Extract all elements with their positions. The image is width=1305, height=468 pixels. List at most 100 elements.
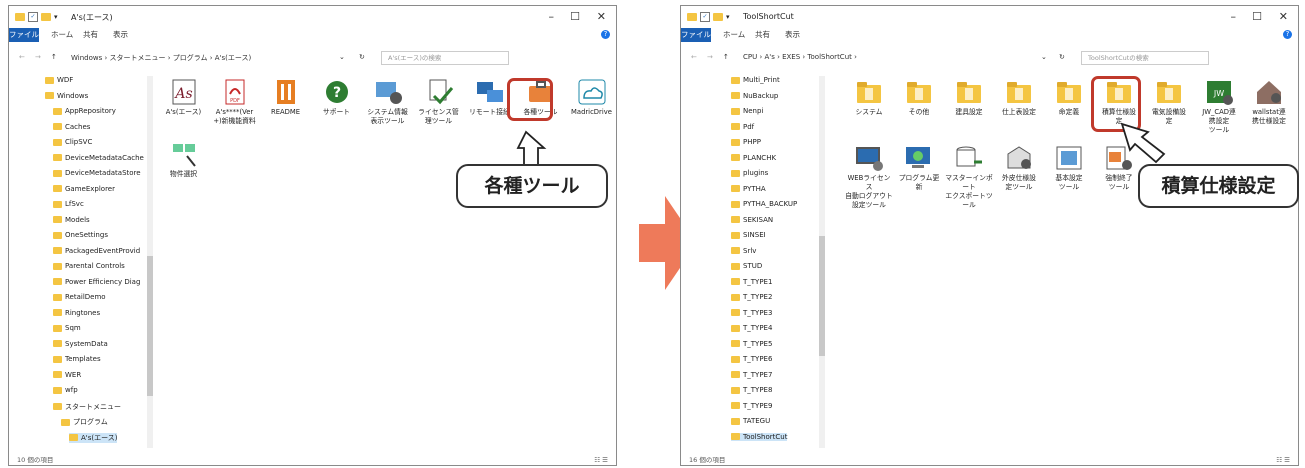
file-item[interactable]: 基本設定 ツール bbox=[1045, 144, 1093, 192]
nav-scrollbar[interactable] bbox=[147, 76, 153, 448]
tab-home[interactable]: ホーム bbox=[723, 28, 745, 42]
forward-icon[interactable]: → bbox=[707, 53, 713, 61]
search-input[interactable]: A's(エース)の検索 bbox=[381, 51, 509, 65]
properties-icon[interactable]: ✓ bbox=[700, 12, 710, 22]
help-icon[interactable]: ? bbox=[1283, 30, 1292, 39]
back-icon[interactable]: ← bbox=[19, 53, 25, 61]
nav-tree-item[interactable]: スタートメニュー bbox=[53, 402, 121, 412]
nav-tree-item[interactable]: T_TYPE9 bbox=[731, 402, 772, 410]
file-item[interactable]: 電気設備設定 bbox=[1145, 78, 1193, 126]
nav-tree-item[interactable]: A's(エース) bbox=[69, 432, 118, 443]
nav-tree-item[interactable]: PHPP bbox=[731, 138, 761, 146]
nav-tree-item[interactable]: wfp bbox=[53, 386, 78, 394]
address-path[interactable]: Windows › スタートメニュー › プログラム › A's(エース) bbox=[71, 53, 251, 63]
up-icon[interactable]: ↑ bbox=[723, 53, 729, 61]
nav-tree-item[interactable]: プログラム bbox=[61, 417, 108, 427]
tab-home[interactable]: ホーム bbox=[51, 28, 73, 42]
file-item[interactable]: プログラム更新 bbox=[895, 144, 943, 192]
file-item[interactable]: システム bbox=[845, 78, 893, 117]
nav-tree-item[interactable]: SystemData bbox=[53, 340, 108, 348]
file-item[interactable]: JW JW_CAD連 携設定 ツール bbox=[1195, 78, 1243, 135]
file-item[interactable]: 外皮仕様設 定ツール bbox=[995, 144, 1043, 192]
nav-scrollbar[interactable] bbox=[819, 76, 825, 448]
file-item[interactable]: システム情報 表示ツール bbox=[363, 78, 412, 126]
refresh-icon[interactable]: ↻ bbox=[359, 53, 365, 61]
nav-tree-item[interactable]: Parental Controls bbox=[53, 262, 125, 270]
file-item[interactable]: 物件選択 bbox=[159, 140, 208, 179]
maximize-button[interactable]: ☐ bbox=[570, 10, 580, 23]
nav-tree-item[interactable]: Templates bbox=[53, 355, 101, 363]
minimize-button[interactable]: – bbox=[1231, 10, 1237, 23]
file-item[interactable]: ? サポート bbox=[312, 78, 361, 117]
nav-tree-item[interactable]: T_TYPE7 bbox=[731, 371, 772, 379]
file-item[interactable]: wallstat連 携仕様設定 bbox=[1245, 78, 1293, 126]
close-button[interactable]: ✕ bbox=[1279, 10, 1288, 23]
search-input[interactable]: ToolShortCutの検索 bbox=[1081, 51, 1209, 65]
file-item[interactable]: その他 bbox=[895, 78, 943, 117]
nav-tree-item[interactable]: Models bbox=[53, 216, 90, 224]
nav-tree-item[interactable]: T_TYPE1 bbox=[731, 278, 772, 286]
nav-tree-item[interactable]: T_TYPE3 bbox=[731, 309, 772, 317]
nav-tree-item[interactable]: PLANCHK bbox=[731, 154, 776, 162]
nav-tree-item[interactable]: Sqm bbox=[53, 324, 81, 332]
file-item[interactable]: As A's(エース) bbox=[159, 78, 208, 117]
address-path[interactable]: CPU › A's › EXES › ToolShortCut › bbox=[743, 53, 857, 61]
tab-view[interactable]: 表示 bbox=[113, 28, 128, 42]
file-item[interactable]: 建具設定 bbox=[945, 78, 993, 117]
nav-tree-item[interactable]: Pdf bbox=[731, 123, 754, 131]
tab-file[interactable]: ファイル bbox=[9, 28, 39, 42]
nav-tree-item[interactable]: PYTHA_BACKUP bbox=[731, 200, 797, 208]
new-folder-icon[interactable] bbox=[713, 13, 723, 21]
nav-tree-item[interactable]: T_TYPE5 bbox=[731, 340, 772, 348]
nav-tree-item[interactable]: Multi_Print bbox=[731, 76, 780, 84]
forward-icon[interactable]: → bbox=[35, 53, 41, 61]
file-item[interactable]: WEBライセンス 自動ログアウト 設定ツール bbox=[845, 144, 893, 210]
nav-tree-item[interactable]: WDF bbox=[45, 76, 73, 84]
nav-tree-item[interactable]: ClipSVC bbox=[53, 138, 92, 146]
close-button[interactable]: ✕ bbox=[597, 10, 606, 23]
refresh-icon[interactable]: ↻ bbox=[1059, 53, 1065, 61]
nav-tree-item[interactable]: RetailDemo bbox=[53, 293, 106, 301]
file-item[interactable]: マスターインポート エクスポートツール bbox=[945, 144, 993, 210]
nav-tree-item[interactable]: T_TYPE2 bbox=[731, 293, 772, 301]
file-item[interactable]: ライセンス管 理ツール bbox=[414, 78, 463, 126]
file-item[interactable]: 仕上表設定 bbox=[995, 78, 1043, 117]
nav-tree-item[interactable]: WER bbox=[53, 371, 81, 379]
nav-tree-item[interactable]: plugins bbox=[731, 169, 768, 177]
nav-tree-item[interactable]: ToolShortCut bbox=[731, 432, 788, 441]
nav-tree-item[interactable]: LfSvc bbox=[53, 200, 84, 208]
nav-tree-item[interactable]: T_TYPE8 bbox=[731, 386, 772, 394]
help-icon[interactable]: ? bbox=[601, 30, 610, 39]
nav-tree-item[interactable]: PackagedEventProvid bbox=[53, 247, 140, 255]
tab-share[interactable]: 共有 bbox=[755, 28, 770, 42]
nav-tree-item[interactable]: Windows bbox=[45, 92, 88, 100]
nav-tree-item[interactable]: STUD bbox=[731, 262, 762, 270]
dropdown-icon[interactable]: ⌄ bbox=[1041, 53, 1047, 61]
properties-icon[interactable]: ✓ bbox=[28, 12, 38, 22]
nav-tree-item[interactable]: Caches bbox=[53, 123, 90, 131]
view-toggle-icons[interactable]: ☷ ☰ bbox=[594, 456, 608, 464]
maximize-button[interactable]: ☐ bbox=[1252, 10, 1262, 23]
minimize-button[interactable]: – bbox=[549, 10, 555, 23]
file-item[interactable]: 命定義 bbox=[1045, 78, 1093, 117]
back-icon[interactable]: ← bbox=[691, 53, 697, 61]
file-item[interactable]: README bbox=[261, 78, 310, 117]
nav-tree-item[interactable]: Nenpi bbox=[731, 107, 763, 115]
customize-qat-icon[interactable]: ▾ bbox=[726, 13, 730, 21]
tab-share[interactable]: 共有 bbox=[83, 28, 98, 42]
nav-tree-item[interactable]: T_TYPE6 bbox=[731, 355, 772, 363]
nav-tree-item[interactable]: Srlv bbox=[731, 247, 756, 255]
nav-tree-item[interactable]: TATEGU bbox=[731, 417, 770, 425]
nav-tree-item[interactable]: PYTHA bbox=[731, 185, 766, 193]
view-toggle-icons[interactable]: ☷ ☰ bbox=[1276, 456, 1290, 464]
nav-tree-item[interactable]: OneSettings bbox=[53, 231, 108, 239]
nav-tree-item[interactable]: Power Efficiency Diag bbox=[53, 278, 140, 286]
nav-tree-item[interactable]: SINSEI bbox=[731, 231, 766, 239]
scrollbar-thumb[interactable] bbox=[819, 236, 825, 356]
nav-tree-item[interactable]: NuBackup bbox=[731, 92, 778, 100]
new-folder-icon[interactable] bbox=[41, 13, 51, 21]
nav-tree-item[interactable]: AppRepository bbox=[53, 107, 116, 115]
nav-tree-item[interactable]: DeviceMetadataCache bbox=[53, 154, 144, 162]
file-item[interactable]: PDF A's****(Ver +)新機能資料 bbox=[210, 78, 259, 126]
scrollbar-thumb[interactable] bbox=[147, 256, 153, 396]
